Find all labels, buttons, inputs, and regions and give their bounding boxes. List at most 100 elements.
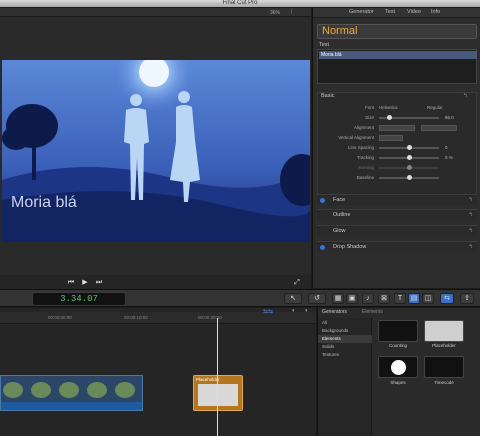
generator-counting[interactable] [378,320,418,342]
checkbox-on-icon[interactable] [320,245,325,250]
generators-browser: Generators Elements All Backgrounds Elem… [317,308,480,436]
reset-icon[interactable]: ↰ [468,197,473,203]
generator-label: Timecode [434,380,454,385]
placeholder-clip[interactable]: Placeholder [193,375,243,411]
transport-controls: ⏮ ▶ ⏭ ⤢ [0,275,311,289]
viewer-canvas[interactable]: Moria blá [2,60,310,242]
inspector-toggle-icon[interactable]: ⇆ [440,293,454,304]
photo-browser-icon[interactable]: ▣ [346,293,358,304]
fullscreen-icon[interactable]: ⤢ [292,278,302,287]
effect-label: Glow [333,228,346,234]
baseline-slider[interactable] [379,175,439,180]
slider-knob[interactable] [407,165,412,170]
param-label: Line Spacing [347,145,374,150]
slider-knob[interactable] [407,155,412,160]
placeholder-thumbnail [198,384,238,406]
tab-generator[interactable]: Generator [349,9,374,15]
category-elements[interactable]: Elements [322,336,341,341]
reset-icon[interactable]: ↰ [468,244,473,250]
titles-browser-icon[interactable]: T [394,293,406,304]
category-backgrounds[interactable]: Backgrounds [322,328,348,333]
reset-icon[interactable]: ↰ [468,212,473,218]
font-value[interactable]: Helvetica [379,105,398,110]
kerning-slider[interactable] [379,165,439,170]
param-label: Kerning [358,165,374,170]
tab-info[interactable]: Info [431,9,440,15]
reset-icon[interactable]: ↰ [468,228,473,234]
undo-icon[interactable]: ↺ [308,293,326,304]
effect-label: Outline [333,212,351,218]
param-value[interactable]: 0 [445,145,448,150]
param-label: Tracking [356,155,374,160]
generator-label: Shapes [390,380,406,385]
browser-tab-generators[interactable]: Generators [322,309,347,315]
param-value[interactable]: 0 % [445,155,453,160]
generator-label: Placeholder [432,343,456,348]
skimming-icon[interactable]: ◑ [304,308,308,314]
music-browser-icon[interactable]: ♪ [362,293,374,304]
param-value[interactable]: 86.0 [445,115,454,120]
text-input-box[interactable]: Moria blá [317,49,477,84]
text-section-label: Text [319,42,330,48]
effect-outline[interactable]: Outline ↰ [317,209,477,220]
param-row-alignment: Alignment [317,124,477,132]
checkbox-on-icon[interactable] [320,198,325,203]
title-text-overlay[interactable]: Moria blá [11,194,77,212]
line-spacing-slider[interactable] [379,145,439,150]
transitions-browser-icon[interactable]: ⊠ [378,293,390,304]
slider-knob[interactable] [407,175,412,180]
tab-text[interactable]: Text [385,9,395,15]
param-row-vertical-alignment: Vertical Alignment [317,134,477,142]
generator-timecode[interactable] [424,356,464,378]
category-textures[interactable]: Textures [322,352,339,357]
reset-icon[interactable]: ↰ [463,93,468,99]
generators-browser-icon[interactable]: ▤ [408,293,420,304]
param-row-line-spacing: Line Spacing 0 [317,144,477,152]
alignment-buttons[interactable] [379,125,415,131]
ruler-tick: 00:00:20:00 [198,315,222,320]
text-value[interactable]: Moria blá [319,51,477,59]
effect-face[interactable]: Face ↰ [317,194,477,205]
param-label: Size [365,115,374,120]
timecode-display[interactable]: 3.34.07 [32,292,126,306]
view-options-icon[interactable]: ⏐ [290,9,293,15]
scene-image [2,60,310,242]
effect-label: Face [333,197,346,203]
justify-buttons[interactable] [421,125,457,131]
size-slider[interactable] [379,115,439,120]
play-icon[interactable]: ▶ [80,278,90,287]
tracking-slider[interactable] [379,155,439,160]
video-clip[interactable] [0,375,143,411]
param-row-font: Font Helvetica Regular [317,104,477,112]
effect-glow[interactable]: Glow ↰ [317,225,477,236]
playhead[interactable] [217,318,218,436]
effect-drop-shadow[interactable]: Drop Shadow ↰ [317,241,477,252]
generator-shapes[interactable] [378,356,418,378]
themes-browser-icon[interactable]: ◫ [422,293,434,304]
category-solids[interactable]: Solids [322,344,334,349]
timeline[interactable]: 00:00:00:00 00:00:10:00 00:00:20:00 ⇆⇆ ◐… [0,308,316,436]
skip-back-icon[interactable]: ⏮ [66,278,76,287]
zoom-level[interactable]: 36% [270,10,280,16]
param-row-size: Size 86.0 [317,114,477,122]
select-tool-icon[interactable]: ↖ [284,293,302,304]
solo-icon[interactable]: ◐ [292,308,296,314]
param-label: Vertical Alignment [338,135,374,140]
vertical-alignment-buttons[interactable] [379,135,403,141]
share-icon[interactable]: ⇪ [460,293,474,304]
slider-knob[interactable] [407,145,412,150]
category-list: All Backgrounds Elements Solids Textures [318,318,372,436]
skip-forward-icon[interactable]: ⏭ [94,278,104,287]
text-style-preset-dropdown[interactable]: Normal [317,24,477,39]
snapping-icon[interactable]: ⇆⇆ [263,308,273,315]
effect-label: Drop Shadow [333,244,367,250]
browser-tab-elements[interactable]: Elements [362,309,383,315]
category-all[interactable]: All [322,320,327,325]
param-label: Font [364,105,374,110]
basic-section-label: Basic [321,93,335,99]
generator-placeholder[interactable] [424,320,464,342]
tab-video[interactable]: Video [407,9,421,15]
media-browser-icon[interactable]: ▦ [332,293,344,304]
font-style-value[interactable]: Regular [427,105,443,110]
slider-knob[interactable] [387,115,392,120]
